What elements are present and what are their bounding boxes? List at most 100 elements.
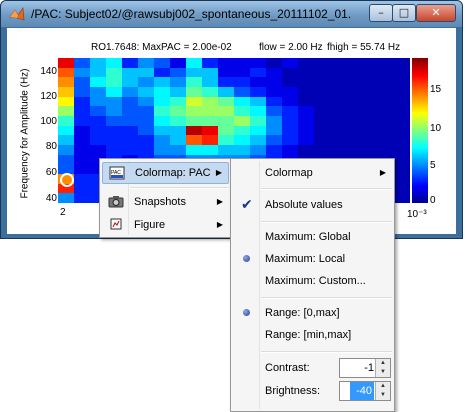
heatmap-cell	[106, 125, 122, 136]
menu-item-max-custom[interactable]: Maximum: Custom...	[233, 270, 392, 292]
close-button[interactable]: ✕	[416, 4, 456, 22]
heatmap-cell	[90, 116, 106, 126]
heatmap-cell	[378, 125, 394, 136]
heatmap-cell	[170, 106, 186, 117]
heatmap-cell	[202, 125, 218, 136]
heatmap-cell	[170, 77, 186, 88]
heatmap-cell	[58, 116, 74, 126]
heatmap-cell	[314, 135, 330, 146]
colorbar-tick: 0	[430, 195, 436, 206]
heatmap-cell	[234, 67, 250, 78]
menu-item-snapshots[interactable]: Snapshots ▶	[102, 191, 229, 213]
brightness-spinner[interactable]: -40 ▲ ▼	[339, 381, 391, 401]
heatmap-cell	[250, 145, 266, 155]
heatmap-cell	[330, 96, 346, 107]
heatmap-cell	[218, 116, 234, 126]
maximize-icon: □	[398, 6, 410, 19]
heatmap-cell	[186, 87, 202, 97]
heatmap-cell	[58, 96, 74, 107]
heatmap-cell	[74, 87, 90, 97]
heatmap-cell	[346, 106, 362, 117]
heatmap-cell	[138, 67, 154, 78]
menu-item-max-global[interactable]: Maximum: Global	[233, 226, 392, 248]
heatmap-cell	[330, 87, 346, 97]
heatmap-cell	[170, 125, 186, 136]
heatmap-cell	[394, 183, 410, 194]
spinner-down-icon[interactable]: ▼	[375, 391, 390, 400]
heatmap-cell	[186, 125, 202, 136]
heatmap-cell	[138, 145, 154, 155]
heatmap-cell	[90, 67, 106, 78]
menu-item-colormap-pac[interactable]: PAC Colormap: PAC ▶	[102, 162, 229, 184]
heatmap-cell	[58, 77, 74, 88]
heatmap-cell	[266, 125, 282, 136]
heatmap-cell	[362, 145, 378, 155]
heatmap-cell	[362, 106, 378, 117]
heatmap-cell	[346, 145, 362, 155]
heatmap-cell	[394, 116, 410, 126]
spinner-down-icon[interactable]: ▼	[375, 368, 390, 377]
brightness-value[interactable]: -40	[350, 382, 374, 400]
heatmap-cell	[362, 125, 378, 136]
menu-item-range-0-max[interactable]: Range: [0,max]	[233, 302, 392, 324]
heatmap-cell	[378, 106, 394, 117]
heatmap-cell	[154, 106, 170, 117]
heatmap-cell	[202, 58, 218, 68]
heatmap-cell	[186, 106, 202, 117]
heatmap-cell	[122, 77, 138, 88]
menu-item-colormap[interactable]: Colormap ▶	[233, 162, 392, 184]
heatmap-cell	[74, 135, 90, 146]
minimize-button[interactable]: –	[369, 4, 393, 22]
menu-item-max-local[interactable]: Maximum: Local	[233, 248, 392, 270]
heatmap-cell	[378, 145, 394, 155]
heatmap-cell	[282, 96, 298, 107]
heatmap-cell	[202, 135, 218, 146]
heatmap-cell	[266, 77, 282, 88]
heatmap-cell	[298, 67, 314, 78]
heatmap-cell	[234, 106, 250, 117]
fhigh-label: fhigh = 55.74 Hz	[327, 42, 401, 53]
heatmap-cell	[202, 96, 218, 107]
heatmap-cell	[122, 106, 138, 117]
heatmap-cell	[74, 193, 90, 203]
heatmap-cell	[170, 58, 186, 68]
heatmap-cell	[378, 67, 394, 78]
heatmap-cell	[298, 77, 314, 88]
heatmap-cell	[106, 106, 122, 117]
menu-separator	[130, 187, 229, 189]
heatmap-cell	[394, 135, 410, 146]
contrast-value[interactable]: -1	[342, 359, 374, 377]
heatmap-cell	[330, 125, 346, 136]
maximize-button[interactable]: □	[392, 4, 416, 22]
y-tick: 80	[45, 141, 57, 152]
heatmap-cell	[90, 58, 106, 68]
contrast-label: Contrast:	[265, 362, 310, 374]
contrast-spinner[interactable]: -1 ▲ ▼	[339, 358, 391, 378]
heatmap-cell	[394, 164, 410, 175]
menu-item-range-min-max[interactable]: Range: [min,max]	[233, 324, 392, 346]
heatmap-cell	[218, 67, 234, 78]
heatmap-cell	[394, 96, 410, 107]
menu-item-absolute-values[interactable]: ✔ Absolute values	[233, 194, 392, 216]
heatmap-cell	[122, 145, 138, 155]
heatmap-cell	[74, 145, 90, 155]
submenu-arrow-icon: ▶	[379, 168, 386, 177]
heatmap-cell	[90, 87, 106, 97]
heatmap-cell	[90, 106, 106, 117]
heatmap-cell	[218, 145, 234, 155]
colorbar	[412, 58, 428, 203]
heatmap-cell	[346, 125, 362, 136]
heatmap-cell	[138, 87, 154, 97]
heatmap-cell	[298, 96, 314, 107]
menu-item-label: Range: [min,max]	[265, 329, 352, 341]
heatmap-cell	[266, 135, 282, 146]
heatmap-cell	[218, 135, 234, 146]
title-bar[interactable]: /PAC: Subject02/@rawsubj002_spontaneous_…	[1, 1, 462, 27]
heatmap-cell	[362, 67, 378, 78]
menu-item-figure[interactable]: Figure ▶	[102, 214, 229, 236]
checkmark-icon: ✔	[241, 197, 253, 213]
brightness-label: Brightness:	[265, 385, 321, 397]
heatmap-cell	[202, 106, 218, 117]
heatmap-cell	[298, 87, 314, 97]
heatmap-cell	[314, 58, 330, 68]
